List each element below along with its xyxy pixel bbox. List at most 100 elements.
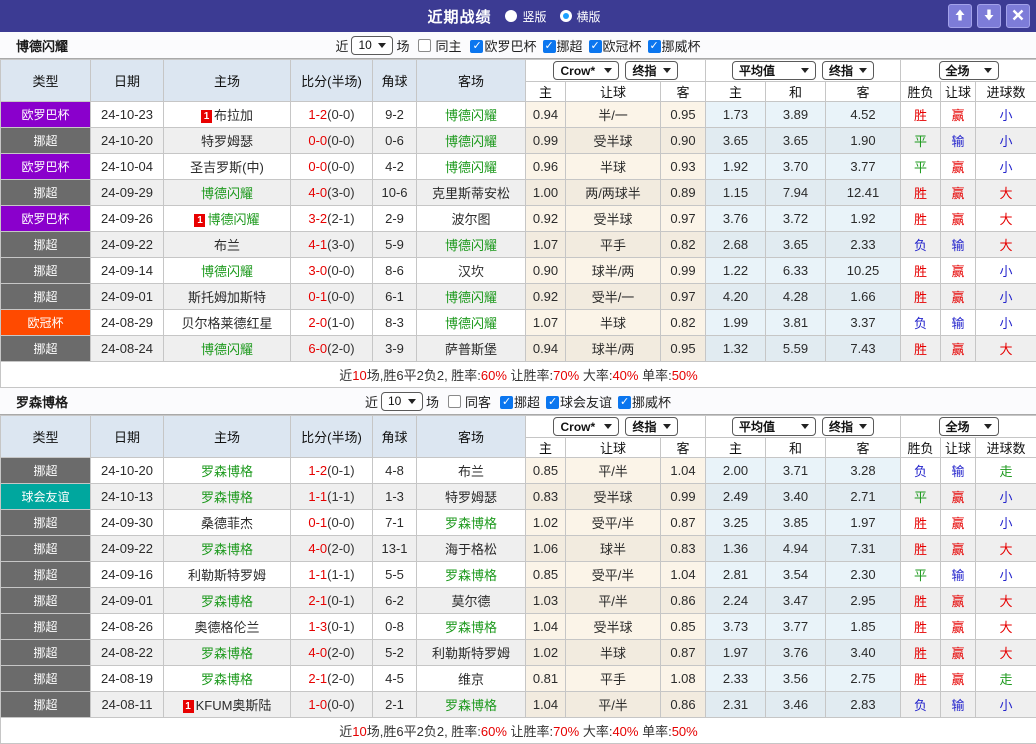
odds-provider-select[interactable]: Crow* [553, 61, 619, 80]
result-outcome: 胜 [901, 336, 941, 362]
team-name: 罗森博格 [16, 392, 68, 411]
result-handicap: 赢 [941, 588, 976, 614]
odds-away: 0.89 [661, 180, 706, 206]
match-date: 24-08-11 [91, 692, 164, 718]
league-badge: 挪超 [1, 284, 91, 310]
fulltime-score: 1-3 [308, 619, 327, 634]
home-team-name: 博德闪耀 [201, 264, 253, 279]
avg-away-odds: 4.52 [826, 102, 901, 128]
score: 0-1(0-0) [291, 284, 373, 310]
radio-horizontal-layout[interactable] [560, 10, 572, 22]
result-outcome: 负 [901, 458, 941, 484]
home-team: 利勒斯特罗姆 [164, 562, 291, 588]
near-label: 近 [365, 392, 378, 411]
same-venue-label: 同客 [465, 392, 491, 411]
odds-provider-select[interactable]: Crow* [553, 417, 619, 436]
recent-count-select[interactable]: 10 [381, 392, 423, 411]
odds-away: 1.08 [661, 666, 706, 692]
summary-part: 10 [352, 724, 366, 739]
league-filter-checkbox[interactable] [618, 396, 631, 409]
fulltime-score: 1-2 [308, 107, 327, 122]
close-button[interactable] [1006, 4, 1030, 28]
handicap-line: 受平/半 [566, 510, 661, 536]
league-filter-checkbox[interactable] [500, 396, 513, 409]
home-team: 圣吉罗斯(中) [164, 154, 291, 180]
result-goals: 大 [976, 588, 1036, 614]
league-filters: 挪超球会友谊挪威杯 [494, 392, 671, 411]
league-badge: 挪超 [1, 614, 91, 640]
avg-draw-odds: 3.71 [766, 458, 826, 484]
avg-draw-odds: 3.77 [766, 614, 826, 640]
match-row: 挪超24-10-20罗森博格1-2(0-1)4-8布兰0.85平/半1.042.… [1, 458, 1036, 484]
odds-home: 1.04 [526, 692, 566, 718]
average-select[interactable]: 平均值 [732, 417, 816, 436]
average-stage-select[interactable]: 终指 [822, 61, 874, 80]
match-date: 24-10-20 [91, 458, 164, 484]
scope-select-group: 全场 [901, 416, 1036, 438]
league-filter-checkbox[interactable] [648, 40, 661, 53]
match-row: 欧冠杯24-08-29贝尔格莱德红星2-0(1-0)8-3博德闪耀1.07半球0… [1, 310, 1036, 336]
avg-away-odds: 1.97 [826, 510, 901, 536]
avg-away-odds: 3.28 [826, 458, 901, 484]
scope-select[interactable]: 全场 [939, 61, 999, 80]
odds-away: 0.87 [661, 640, 706, 666]
league-filter-checkbox[interactable] [589, 40, 602, 53]
result-outcome: 胜 [901, 666, 941, 692]
same-venue-checkbox[interactable] [448, 395, 461, 408]
away-team-name: 博德闪耀 [445, 160, 497, 175]
chevron-down-icon [378, 43, 386, 48]
away-team: 汉坎 [417, 258, 526, 284]
titlebar: 近期战绩 竖版 横版 [0, 0, 1036, 32]
corners: 0-8 [373, 614, 417, 640]
sub-header-handicap: 让球 [566, 438, 661, 458]
score: 1-3(0-1) [291, 614, 373, 640]
summary-part: 40% [612, 724, 638, 739]
odds-away: 0.95 [661, 102, 706, 128]
result-goals: 大 [976, 614, 1036, 640]
halftime-score: (0-0) [327, 107, 354, 122]
move-down-button[interactable] [977, 4, 1001, 28]
summary-part: 大率: [579, 368, 612, 383]
fulltime-score: 3-0 [308, 263, 327, 278]
halftime-score: (1-0) [327, 315, 354, 330]
home-team: 罗森博格 [164, 588, 291, 614]
home-team: 罗森博格 [164, 484, 291, 510]
halftime-score: (0-0) [327, 697, 354, 712]
odds-home: 0.92 [526, 284, 566, 310]
odds-away: 0.97 [661, 206, 706, 232]
avg-away-odds: 2.95 [826, 588, 901, 614]
away-team-name: 博德闪耀 [445, 134, 497, 149]
odds-stage-select[interactable]: 终指 [625, 417, 677, 436]
league-filter-checkbox[interactable] [543, 40, 556, 53]
avg-home-odds: 3.25 [706, 510, 766, 536]
scope-select[interactable]: 全场 [939, 417, 999, 436]
result-goals: 小 [976, 692, 1036, 718]
result-handicap: 输 [941, 692, 976, 718]
odds-home: 0.94 [526, 336, 566, 362]
league-badge: 挪超 [1, 692, 91, 718]
handicap-line: 平手 [566, 232, 661, 258]
league-filters: 欧罗巴杯挪超欧冠杯挪威杯 [464, 36, 700, 55]
recent-count-select[interactable]: 10 [351, 36, 393, 55]
league-filter-checkbox[interactable] [470, 40, 483, 53]
average-stage-select[interactable]: 终指 [822, 417, 874, 436]
fulltime-score: 4-1 [308, 237, 327, 252]
home-team: 布兰 [164, 232, 291, 258]
league-badge: 挪超 [1, 258, 91, 284]
league-filter-checkbox[interactable] [546, 396, 559, 409]
odds-stage-select[interactable]: 终指 [625, 61, 677, 80]
halftime-score: (0-1) [327, 593, 354, 608]
score: 1-2(0-1) [291, 458, 373, 484]
score: 4-0(2-0) [291, 536, 373, 562]
home-team-name: 圣吉罗斯(中) [190, 160, 264, 175]
radio-vertical-layout[interactable] [505, 10, 517, 22]
result-outcome: 平 [901, 484, 941, 510]
chevron-down-icon [604, 424, 612, 429]
move-up-button[interactable] [948, 4, 972, 28]
avg-draw-odds: 6.33 [766, 258, 826, 284]
average-select[interactable]: 平均值 [732, 61, 816, 80]
same-venue-checkbox[interactable] [418, 39, 431, 52]
league-badge: 挪超 [1, 336, 91, 362]
home-team: 罗森博格 [164, 458, 291, 484]
match-date: 24-09-26 [91, 206, 164, 232]
